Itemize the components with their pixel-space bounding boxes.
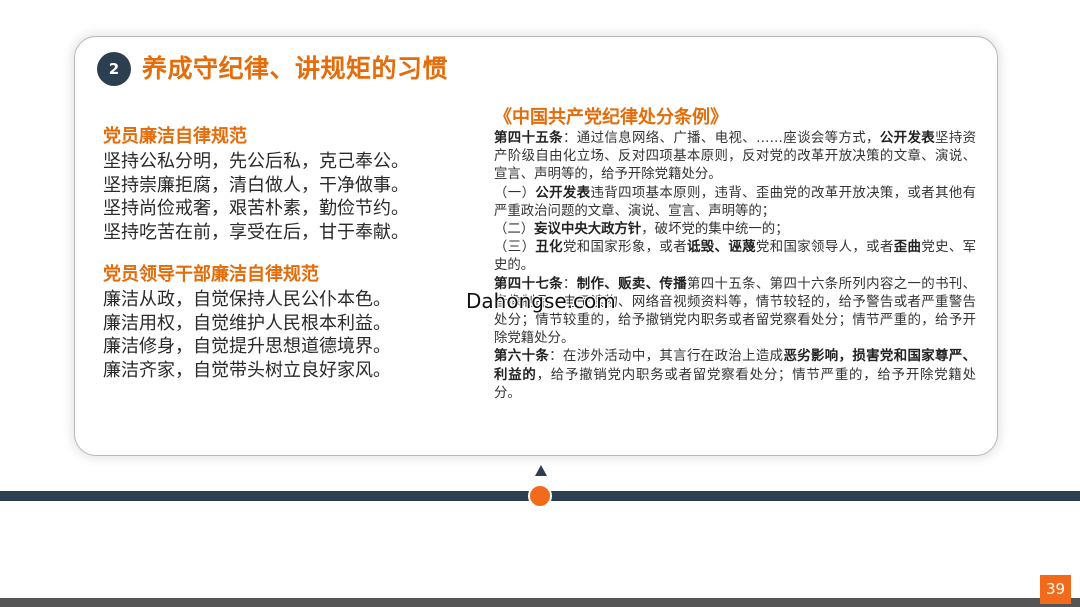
norm-line: 坚持吃苦在前，享受在后，甘于奉献。 (103, 221, 409, 243)
timeline-pointer-icon (535, 465, 547, 476)
article-45-item-1: （一）公开发表违背四项基本原则，违背、歪曲党的改革开放决策，或者其他有严重政治问… (494, 185, 977, 219)
slide-title: 养成守纪律、讲规矩的习惯 (142, 54, 449, 83)
article-45-item-2: （二）妄议中央大政方针，破坏党的集中统一的； (494, 222, 789, 238)
norm-line: 坚持尚俭戒奢，艰苦朴素，勤俭节约。 (103, 198, 409, 219)
footer-strip (0, 598, 1080, 607)
norm-line: 廉洁用权，自觉维护人民根本利益。 (103, 312, 391, 334)
section-number-badge: 2 (97, 52, 131, 86)
right-column: 《中国共产党纪律处分条例》 第四十五条：通过信息网络、广播、电视、……座谈会等方… (494, 106, 976, 403)
norm-line: 廉洁从政，自觉保持人民公仆本色。 (103, 289, 391, 310)
norm-line: 坚持崇廉拒腐，清白做人，干净做事。 (103, 174, 409, 196)
section-title-party-member: 党员廉洁自律规范 (103, 126, 247, 147)
article-45-item-3: （三）丑化党和国家形象，或者诋毁、诬蔑党和国家领导人，或者歪曲党史、军史的。 (494, 240, 977, 274)
article-45: 第四十五条：通过信息网络、广播、电视、……座谈会等方式，公开发表坚持资产阶级自由… (494, 131, 977, 183)
section-title-leading-cadre: 党员领导干部廉洁自律规范 (103, 264, 319, 285)
norm-line: 廉洁齐家，自觉带头树立良好家风。 (103, 359, 391, 381)
timeline-dot-icon (528, 484, 552, 508)
norm-line: 坚持公私分明，先公后私，克己奉公。 (103, 151, 409, 172)
regulation-title: 《中国共产党纪律处分条例》 (494, 107, 728, 128)
page-number: 39 (1040, 575, 1071, 604)
norm-line: 廉洁修身，自觉提升思想道德境界。 (103, 336, 391, 357)
watermark: Dahongse.com (466, 289, 616, 313)
article-60: 第六十条：在涉外活动中，其言行在政治上造成恶劣影响，损害党和国家尊严、利益的，给… (494, 349, 977, 401)
left-column: 党员廉洁自律规范 坚持公私分明，先公后私，克己奉公。 坚持崇廉拒腐，清白做人，干… (103, 124, 483, 382)
